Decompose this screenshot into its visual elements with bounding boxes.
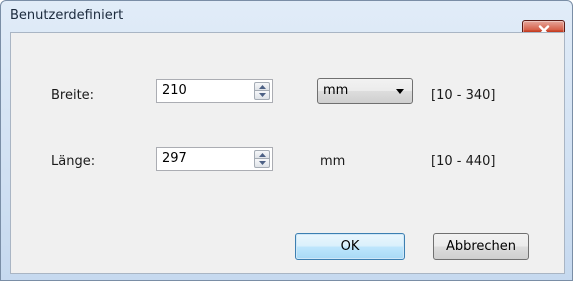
length-decrease-button[interactable] bbox=[254, 159, 270, 168]
width-spin-arrows bbox=[254, 82, 270, 100]
length-unit: mm bbox=[320, 154, 346, 169]
chevron-up-icon bbox=[258, 152, 266, 157]
width-input[interactable]: 210 bbox=[162, 83, 187, 98]
dialog-window: Benutzerdefiniert Breite: 210 mm [10 - 3… bbox=[0, 0, 573, 281]
length-spinbox[interactable]: 297 bbox=[156, 147, 273, 171]
length-increase-button[interactable] bbox=[254, 150, 270, 159]
width-decrease-button[interactable] bbox=[254, 91, 270, 100]
window-title: Benutzerdefiniert bbox=[10, 8, 124, 23]
length-range: [10 - 440] bbox=[431, 154, 496, 169]
dropdown-arrow-icon bbox=[396, 89, 404, 94]
title-bar[interactable]: Benutzerdefiniert bbox=[1, 1, 572, 41]
width-range: [10 - 340] bbox=[431, 88, 496, 103]
ok-button[interactable]: OK bbox=[295, 233, 405, 260]
width-increase-button[interactable] bbox=[254, 82, 270, 91]
chevron-down-icon bbox=[258, 93, 266, 97]
unit-select[interactable]: mm bbox=[317, 78, 413, 104]
width-label: Breite: bbox=[51, 88, 95, 103]
dialog-content: Breite: 210 mm [10 - 340] Länge: 297 mm … bbox=[10, 32, 565, 274]
length-spin-arrows bbox=[254, 150, 270, 168]
cancel-button[interactable]: Abbrechen bbox=[433, 233, 529, 260]
chevron-down-icon bbox=[258, 161, 266, 165]
unit-select-value: mm bbox=[323, 83, 349, 98]
length-label: Länge: bbox=[51, 154, 96, 169]
width-spinbox[interactable]: 210 bbox=[156, 79, 273, 103]
chevron-up-icon bbox=[258, 84, 266, 89]
length-input[interactable]: 297 bbox=[162, 151, 187, 166]
